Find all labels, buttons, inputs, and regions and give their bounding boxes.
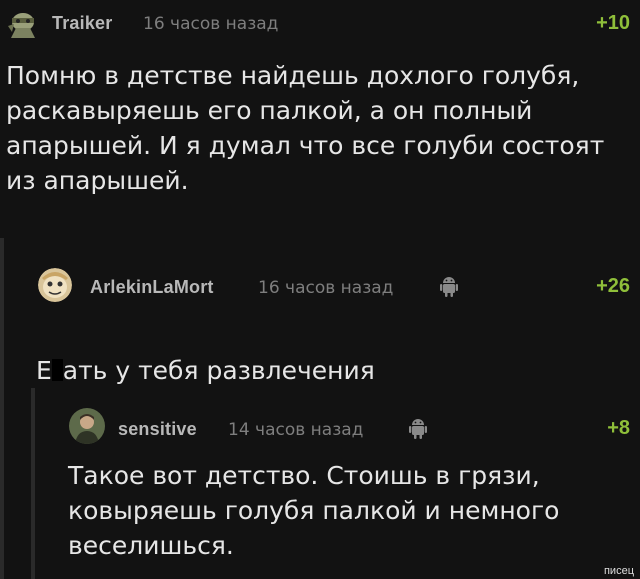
comment-rating[interactable]: +26: [596, 275, 630, 298]
comment-text: Такое вот детство. Стоишь в грязи, ковыр…: [68, 461, 560, 560]
cartoon-face-avatar-icon[interactable]: [38, 268, 72, 302]
comment-rating[interactable]: +10: [596, 12, 630, 35]
android-icon: [409, 416, 427, 444]
character-avatar-icon[interactable]: [6, 8, 40, 42]
comment-author[interactable]: sensitive: [118, 419, 197, 440]
thread-line-level-1: [0, 238, 4, 579]
site-watermark: писец: [603, 565, 634, 577]
comment-author[interactable]: Traiker: [52, 13, 112, 34]
comment-timestamp: 16 часов назад: [258, 278, 394, 298]
comment-text-start: Е: [36, 356, 52, 385]
comment-text: Еать у тебя развлечения: [36, 318, 636, 388]
comment-rating[interactable]: +8: [607, 417, 630, 440]
android-icon: [440, 274, 458, 302]
comment-text-end: ать у тебя развлечения: [62, 356, 375, 385]
comment-text: Помню в детстве найдешь дохлого голубя, …: [6, 61, 605, 195]
comment-timestamp: 14 часов назад: [228, 420, 364, 440]
comment-timestamp: 16 часов назад: [143, 14, 279, 34]
thread-line-level-2: [31, 388, 35, 579]
comment-author[interactable]: ArlekinLaMort: [90, 277, 214, 298]
person-photo-avatar-icon[interactable]: [69, 408, 105, 444]
censor-block: [51, 359, 63, 381]
